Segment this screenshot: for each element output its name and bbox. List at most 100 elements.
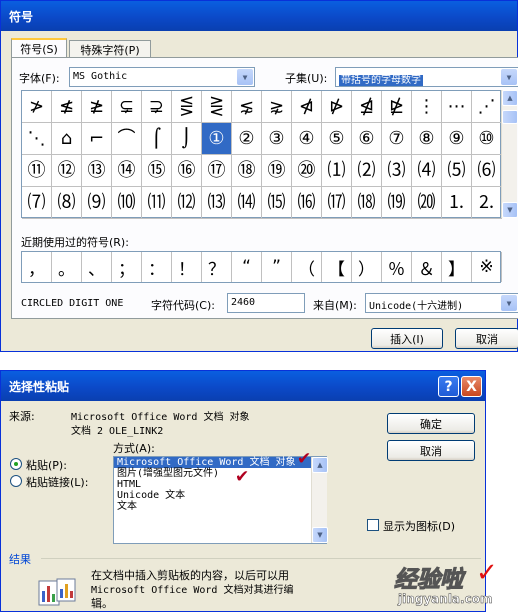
scroll-up-icon[interactable]: ▲ [502, 90, 518, 106]
recent-symbol-cell[interactable]: 【 [322, 252, 352, 282]
scroll-down-icon[interactable]: ▼ [502, 202, 518, 218]
symbol-cell[interactable]: ⑫ [52, 155, 82, 187]
symbol-cell[interactable]: ⑻ [52, 187, 82, 219]
recent-symbol-cell[interactable]: “ [232, 252, 262, 282]
symbol-cell[interactable]: ⑹ [472, 155, 502, 187]
symbol-cell[interactable]: ⒁ [232, 187, 262, 219]
symbol-cell[interactable]: ⑺ [22, 187, 52, 219]
format-list-item[interactable]: 图片(增强型图元文件) [114, 468, 326, 479]
recent-symbol-cell[interactable]: ） [352, 252, 382, 282]
symbol-grid[interactable]: ≯ ≰ ≱ ⊊ ⊋ ⋚ ⋛ ⋦ ⋧ ⋪ ⋫ ⋬ ⋭ ⋮ ⋯ ⋰ ⋱ ⌂ ⌐ ⌒ ⌠ ⌡ ① ② ③ ④ ⑤ ⑥ ⑦ ⑧ ⑨ ⑩ ⑪ ⑫ ⑬ ⑭ ⑮ ⑯ ⑰ ⑱… [21, 90, 502, 219]
symbol-cell[interactable]: ⑤ [322, 123, 352, 155]
symbol-cell[interactable]: ⋯ [442, 91, 472, 123]
symbol-cell[interactable]: ⒂ [262, 187, 292, 219]
symbol-cell[interactable]: ④ [292, 123, 322, 155]
symbol-cell[interactable]: ⑬ [82, 155, 112, 187]
symbol-cell[interactable]: ⑼ [82, 187, 112, 219]
symbol-cell[interactable]: ⒉ [472, 187, 502, 219]
recent-symbol-cell[interactable]: ※ [472, 252, 502, 282]
symbol-cell[interactable]: ⋧ [262, 91, 292, 123]
symbol-cell[interactable]: ⑸ [442, 155, 472, 187]
recent-symbol-cell[interactable]: ！ [172, 252, 202, 282]
symbol-cell[interactable]: ⒅ [352, 187, 382, 219]
paste-link-radio[interactable] [10, 475, 22, 487]
symbol-grid-scrollbar[interactable]: ▲ ▼ [501, 90, 518, 218]
symbol-cell[interactable]: ≱ [82, 91, 112, 123]
format-list[interactable]: Microsoft Office Word 文档 对象 图片(增强型图元文件) HT… [113, 456, 327, 544]
format-list-item[interactable]: HTML [114, 479, 326, 490]
from-select[interactable]: Unicode(十六进制) ▼ [365, 293, 518, 313]
symbol-cell[interactable]: ⑧ [412, 123, 442, 155]
symbol-cell[interactable]: ⒆ [382, 187, 412, 219]
symbol-cell[interactable]: ⋦ [232, 91, 262, 123]
symbol-cell[interactable]: ⌂ [52, 123, 82, 155]
paste-radio[interactable] [10, 458, 22, 470]
symbol-cell[interactable]: ⋬ [352, 91, 382, 123]
close-button[interactable]: X [461, 376, 482, 397]
format-list-item[interactable]: Unicode 文本 [114, 490, 326, 501]
symbol-cell[interactable]: ⑿ [172, 187, 202, 219]
symbol-cell[interactable]: ⑥ [352, 123, 382, 155]
symbol-cell[interactable]: ≰ [52, 91, 82, 123]
paste-link-radio-label[interactable]: 粘贴链接(L): [26, 474, 88, 490]
symbol-cell[interactable]: ⑾ [142, 187, 172, 219]
scroll-up-icon[interactable]: ▲ [312, 457, 328, 473]
symbol-cell[interactable]: ② [232, 123, 262, 155]
symbol-cell[interactable]: ⑷ [412, 155, 442, 187]
symbol-cell[interactable]: ⑦ [382, 123, 412, 155]
recent-symbol-cell[interactable]: ” [262, 252, 292, 282]
scroll-thumb[interactable] [502, 110, 518, 124]
symbol-cell[interactable]: ⌒ [112, 123, 142, 155]
char-code-input[interactable]: 2460 [227, 293, 305, 313]
show-as-icon-checkbox[interactable] [367, 519, 379, 531]
symbol-cell[interactable]: ⑴ [322, 155, 352, 187]
subset-select[interactable]: 带括号的字母数字 ▼ [335, 67, 518, 87]
insert-button[interactable]: 插入(I) [371, 328, 443, 349]
symbol-cell[interactable]: ③ [262, 123, 292, 155]
symbol-cell[interactable]: ⑭ [112, 155, 142, 187]
symbol-cell[interactable]: ⊋ [142, 91, 172, 123]
symbol-cell[interactable]: ⑯ [172, 155, 202, 187]
recent-symbol-cell[interactable]: 、 [82, 252, 112, 282]
symbol-cell[interactable]: ⒀ [202, 187, 232, 219]
symbol-cell[interactable]: ⋮ [412, 91, 442, 123]
format-list-item[interactable]: 文本 [114, 501, 326, 512]
recent-symbol-cell[interactable]: 。 [52, 252, 82, 282]
paste-dialog-titlebar[interactable]: 选择性粘贴 ? X [1, 371, 485, 401]
recent-symbol-cell[interactable]: ； [112, 252, 142, 282]
font-select[interactable]: MS Gothic ▼ [69, 67, 255, 87]
symbol-cell[interactable]: ⑨ [442, 123, 472, 155]
ok-button[interactable]: 确定 [387, 413, 475, 434]
symbol-cell[interactable]: ⋰ [472, 91, 502, 123]
symbol-cell[interactable]: ≯ [22, 91, 52, 123]
symbol-cell[interactable]: ⋱ [22, 123, 52, 155]
recent-symbol-cell[interactable]: ％ [382, 252, 412, 282]
cancel-button[interactable]: 取消 [455, 328, 518, 349]
recent-symbols[interactable]: ，。、；：！？ “” （【）％＆】 ※ [21, 251, 502, 283]
symbol-cell[interactable]: ⋭ [382, 91, 412, 123]
recent-symbol-cell[interactable]: ： [142, 252, 172, 282]
symbol-cell[interactable]: ⌠ [142, 123, 172, 155]
format-list-scrollbar[interactable]: ▲ ▼ [311, 457, 328, 543]
recent-symbol-cell[interactable]: （ [292, 252, 322, 282]
scroll-down-icon[interactable]: ▼ [312, 527, 328, 543]
recent-symbol-cell[interactable]: ＆ [412, 252, 442, 282]
symbol-cell[interactable]: ⑶ [382, 155, 412, 187]
symbol-dialog-titlebar[interactable]: 符号 [1, 1, 517, 31]
symbol-cell[interactable]: ⑲ [262, 155, 292, 187]
symbol-cell[interactable]: ⒄ [322, 187, 352, 219]
symbol-cell[interactable]: ⑽ [112, 187, 142, 219]
show-as-icon-label[interactable]: 显示为图标(D) [383, 518, 455, 534]
symbol-cell[interactable]: ⑵ [352, 155, 382, 187]
format-list-item[interactable]: Microsoft Office Word 文档 对象 [114, 457, 326, 468]
paste-radio-label[interactable]: 粘贴(P): [26, 457, 67, 473]
symbol-cell[interactable]: ⋪ [292, 91, 322, 123]
cancel-button[interactable]: 取消 [387, 440, 475, 461]
symbol-cell[interactable]: ⒃ [292, 187, 322, 219]
chevron-down-icon[interactable]: ▼ [237, 69, 253, 85]
symbol-cell[interactable]: ⋛ [202, 91, 232, 123]
chevron-down-icon[interactable]: ▼ [501, 69, 517, 85]
help-button[interactable]: ? [438, 376, 459, 397]
symbol-cell[interactable]: ⑪ [22, 155, 52, 187]
recent-symbol-cell[interactable]: ， [22, 252, 52, 282]
